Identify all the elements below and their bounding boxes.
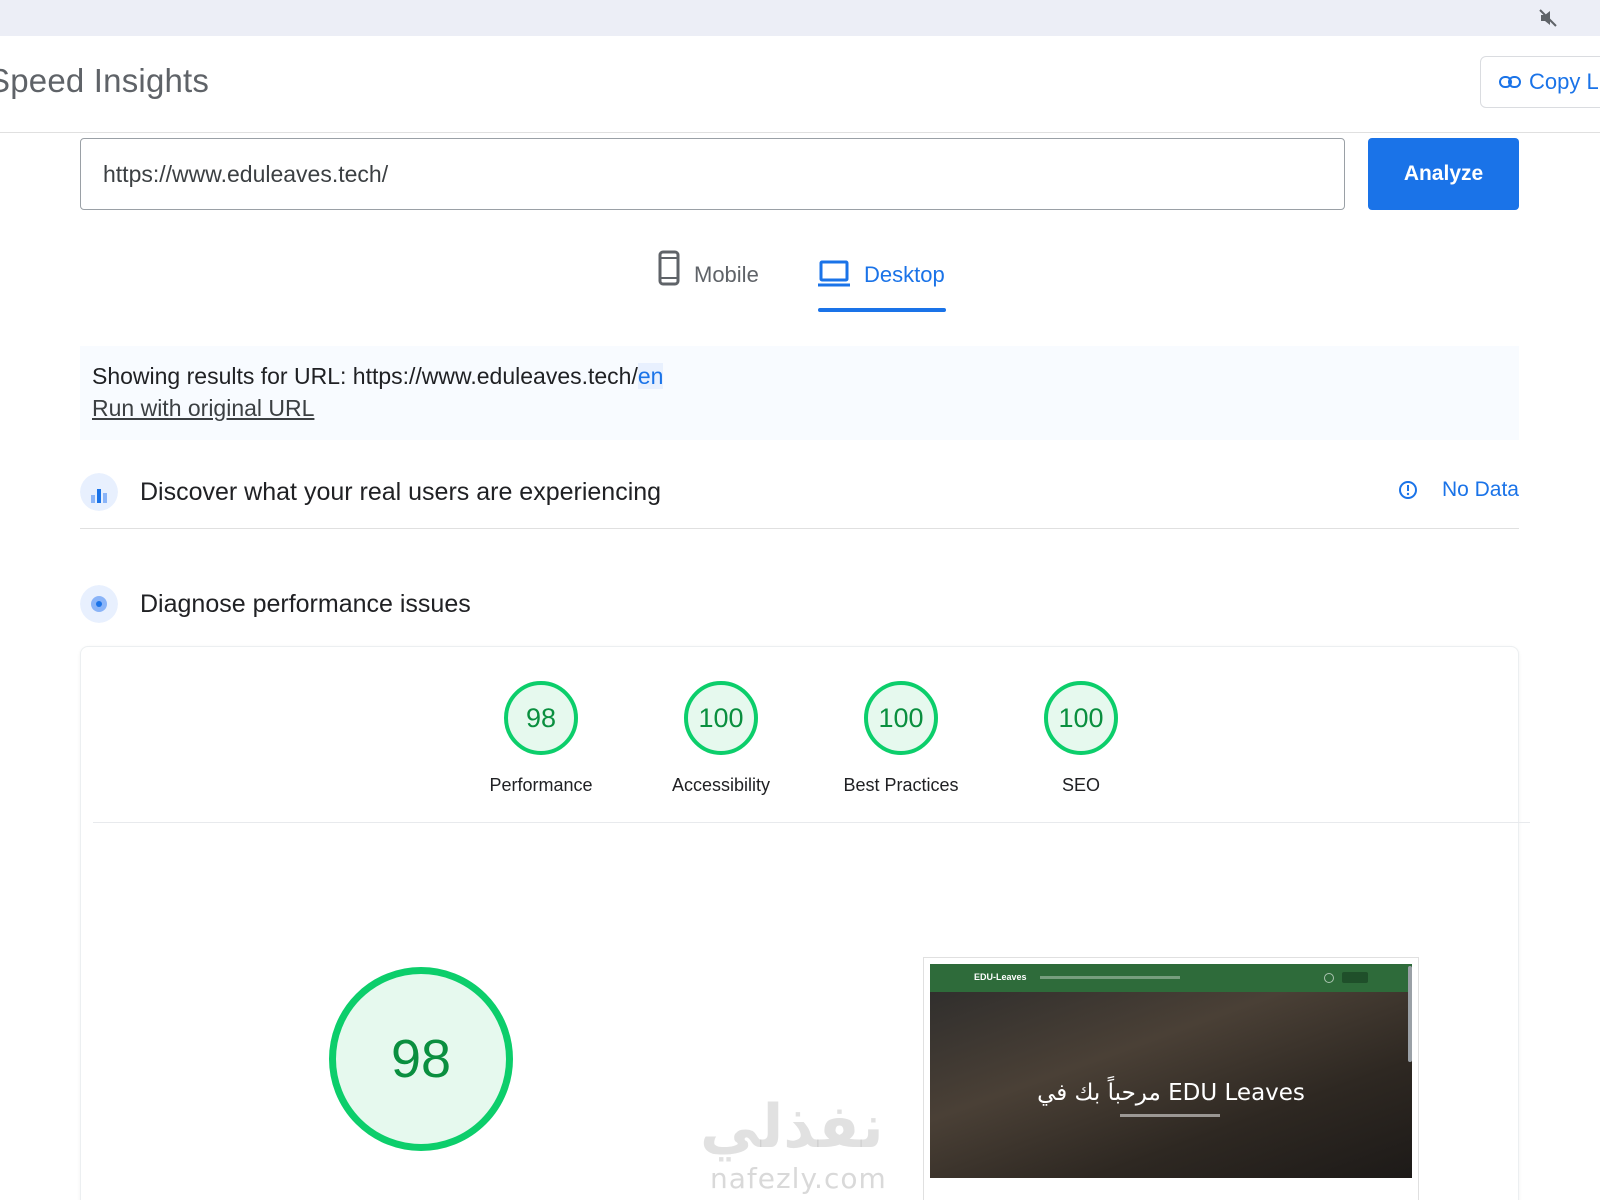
gauge-seo[interactable]: 100 SEO xyxy=(1001,681,1161,796)
phone-icon xyxy=(658,250,680,286)
tab-desktop[interactable]: Desktop xyxy=(818,250,946,312)
link-icon xyxy=(1499,76,1521,88)
watermark-latin: nafezly.com xyxy=(710,1162,887,1195)
laptop-icon xyxy=(818,260,850,287)
screenshot-navbar: EDU-Leaves xyxy=(930,964,1412,992)
tab-mobile-label: Mobile xyxy=(694,262,759,287)
notice-text: Showing results for URL: https://www.edu… xyxy=(92,363,638,389)
device-tabs: Mobile Desktop xyxy=(0,250,1600,312)
browser-top-strip xyxy=(0,0,1600,36)
score-circle: 100 xyxy=(1044,681,1118,755)
screenshot-scrollbar xyxy=(1408,966,1412,1062)
screenshot-image: EDU-Leaves مرحباً بك في EDU Leaves xyxy=(930,964,1412,1178)
gauge-label: Accessibility xyxy=(671,775,771,795)
diagnose-title: Diagnose performance issues xyxy=(140,590,471,618)
screenshot-subtext xyxy=(1120,1114,1220,1117)
app-header: Speed Insights Copy L xyxy=(0,36,1600,133)
screenshot-logo: EDU-Leaves xyxy=(974,972,1027,982)
copy-link-button[interactable]: Copy L xyxy=(1480,56,1600,108)
url-redirect-notice: Showing results for URL: https://www.edu… xyxy=(80,346,1519,440)
screenshot-heading: مرحباً بك في EDU Leaves xyxy=(1037,1080,1305,1106)
gauge-label: Performance xyxy=(489,775,593,795)
score-gauges: 98 Performance 100 Accessibility 100 Bes… xyxy=(93,647,1530,823)
gauge-performance[interactable]: 98 Performance xyxy=(461,681,621,796)
score-circle: 100 xyxy=(684,681,758,755)
no-data-label: No Data xyxy=(1441,478,1519,501)
url-input[interactable] xyxy=(80,138,1345,210)
run-original-url-link[interactable]: Run with original URL xyxy=(92,395,314,421)
crux-title: Discover what your real users are experi… xyxy=(140,478,662,506)
screenshot-login-button xyxy=(1342,972,1368,983)
score-circle: 100 xyxy=(864,681,938,755)
gauge-label: SEO xyxy=(1061,775,1100,795)
target-icon xyxy=(80,585,118,623)
crux-section[interactable]: Discover what your real users are experi… xyxy=(80,458,1519,529)
info-icon xyxy=(1398,481,1417,499)
gauge-label: Best Practices xyxy=(843,775,959,795)
app-title: Speed Insights xyxy=(0,62,210,99)
no-data-status[interactable]: No Data xyxy=(1398,478,1519,502)
gauge-best-practices[interactable]: 100 Best Practices xyxy=(821,681,981,796)
tab-selected-indicator xyxy=(818,308,946,312)
mute-icon[interactable] xyxy=(1538,8,1558,28)
tab-desktop-label: Desktop xyxy=(864,262,945,287)
page-screenshot-thumbnail: EDU-Leaves مرحباً بك في EDU Leaves xyxy=(923,957,1419,1200)
score-circle: 98 xyxy=(504,681,578,755)
analyze-button[interactable]: Analyze xyxy=(1368,138,1519,210)
performance-score-gauge: 98 xyxy=(329,967,513,1151)
gauge-accessibility[interactable]: 100 Accessibility xyxy=(641,681,801,796)
tab-mobile[interactable]: Mobile xyxy=(658,250,759,312)
watermark-arabic: نفذلي xyxy=(700,1092,884,1162)
copy-link-label: Copy L xyxy=(1529,69,1599,94)
notice-url-highlight: en xyxy=(637,363,664,389)
diagnose-section: Diagnose performance issues xyxy=(80,570,1519,640)
chart-icon xyxy=(80,473,118,511)
screenshot-nav-links xyxy=(1040,976,1180,979)
screenshot-search-icon xyxy=(1324,973,1334,983)
